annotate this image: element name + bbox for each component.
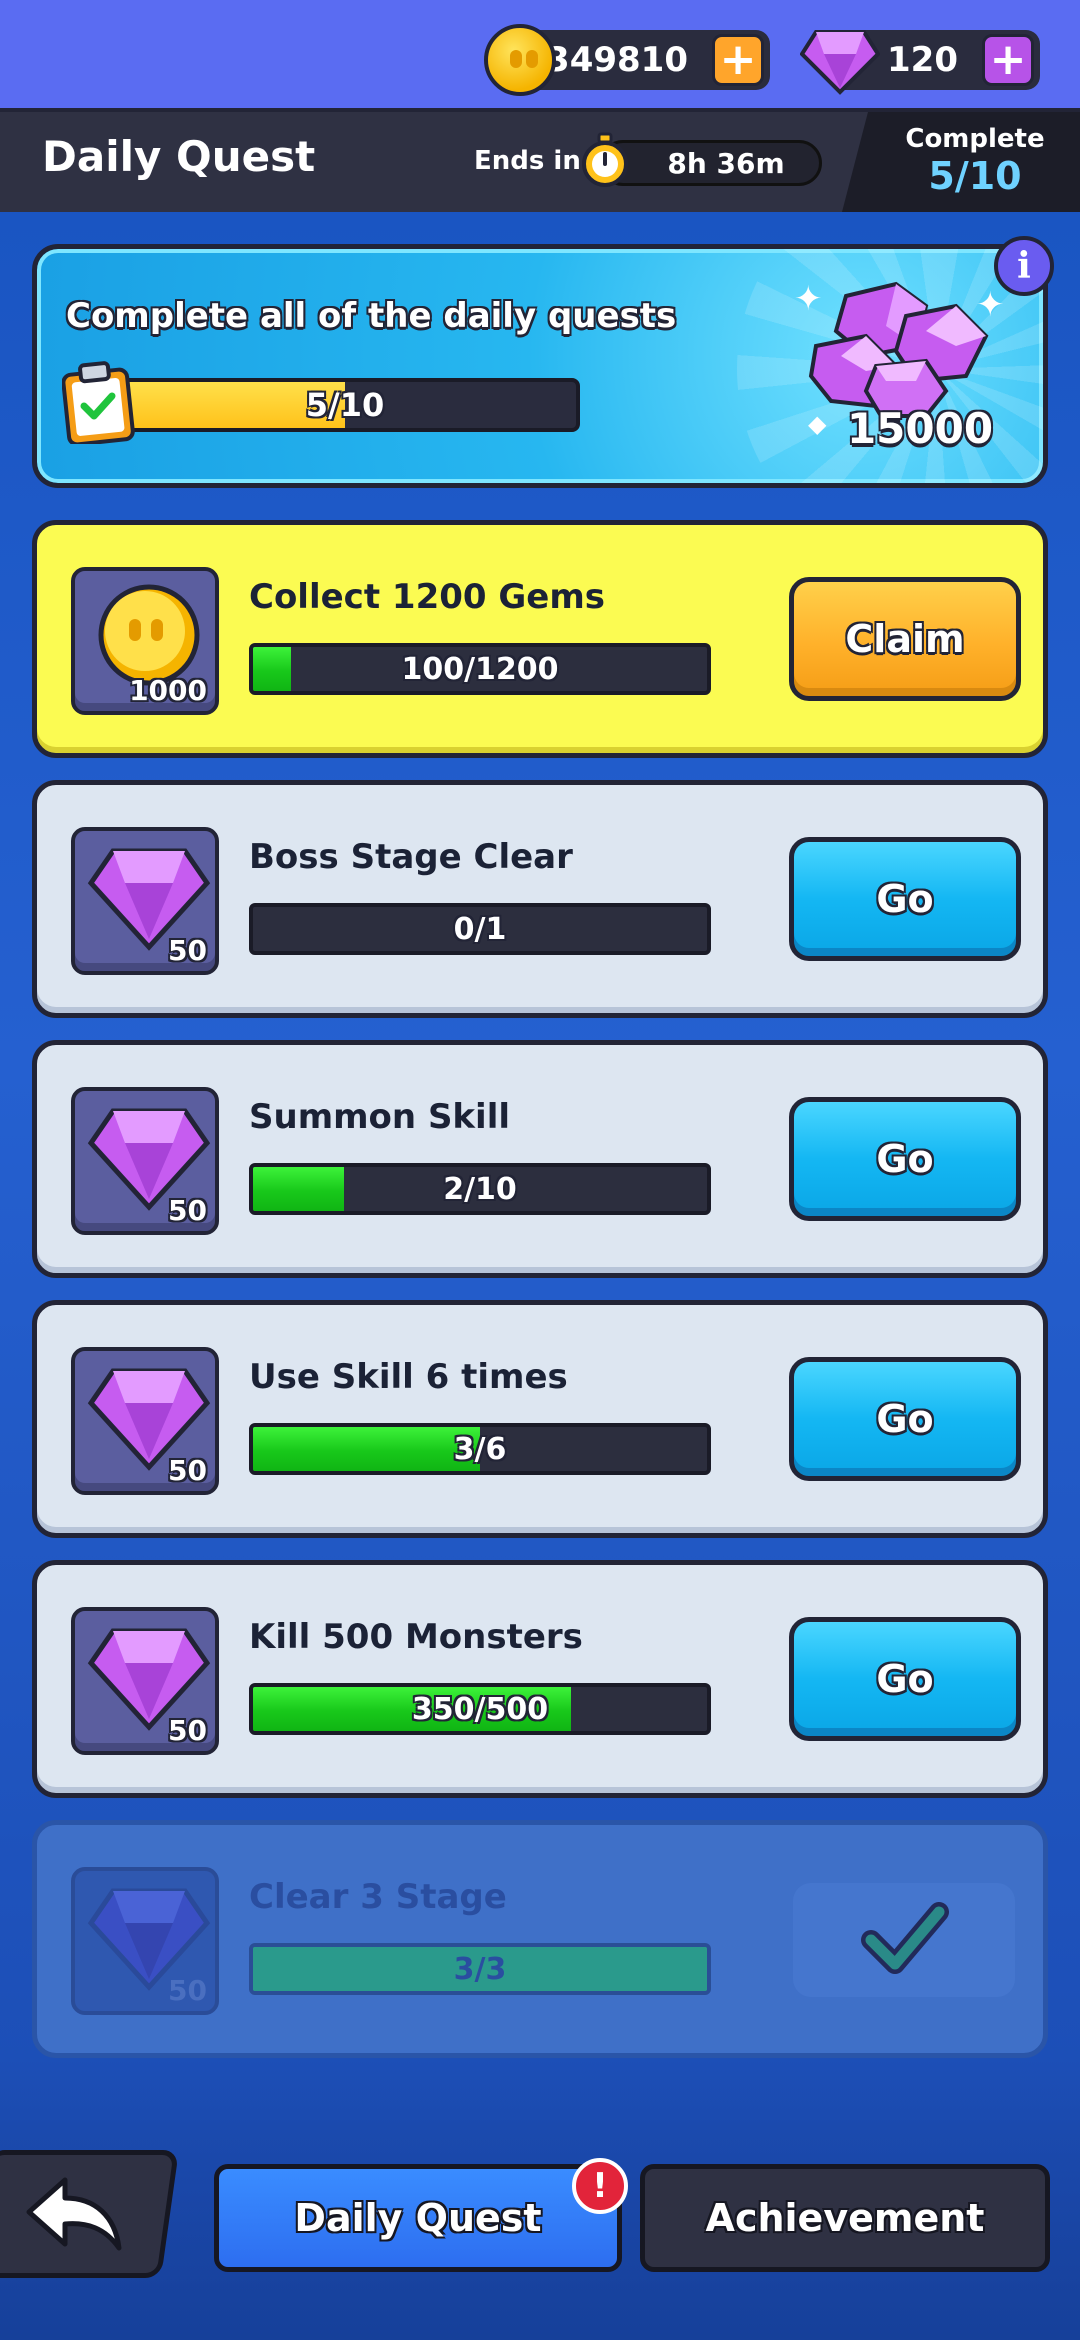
completed-indicator <box>793 1883 1015 1997</box>
claim-button[interactable]: Claim <box>789 577 1021 701</box>
quest-card: 1000 Collect 1200 Gems 100/1200 Claim <box>32 520 1048 758</box>
reward-quantity: 50 <box>168 1194 207 1227</box>
reward-tile: 50 <box>71 1347 219 1495</box>
reward-tile: 50 <box>71 1087 219 1235</box>
quest-progress-text: 350/500 <box>411 1691 549 1727</box>
reward-tile: 50 <box>71 827 219 975</box>
gem-icon <box>800 30 880 95</box>
reward-quantity: 1000 <box>129 674 207 707</box>
quest-title: Clear 3 Stage <box>249 1877 507 1917</box>
ends-in-label: Ends in <box>474 146 581 176</box>
quest-card: 50 Use Skill 6 times 3/6 Go <box>32 1300 1048 1538</box>
reward-quantity: 50 <box>168 1454 207 1487</box>
complete-value: 5/10 <box>928 154 1022 198</box>
back-button[interactable] <box>0 2150 179 2278</box>
quest-title: Kill 500 Monsters <box>249 1617 583 1657</box>
quest-progress-bar: 3/6 <box>249 1423 711 1475</box>
quest-title: Boss Stage Clear <box>249 837 573 877</box>
quest-card: 50 Clear 3 Stage 3/3 <box>32 1820 1048 2058</box>
stopwatch-icon <box>582 132 628 187</box>
quest-card: 50 Kill 500 Monsters 350/500 Go <box>32 1560 1048 1798</box>
coin-icon <box>484 24 556 96</box>
reward-quantity: 50 <box>168 1974 207 2007</box>
timer-value: 8h 36m <box>667 146 785 180</box>
tab-daily-quest[interactable]: Daily Quest <box>214 2164 622 2272</box>
quest-progress-text: 3/6 <box>453 1431 507 1467</box>
quest-progress-bar: 0/1 <box>249 903 711 955</box>
go-button[interactable]: Go <box>789 1097 1021 1221</box>
quest-title: Collect 1200 Gems <box>249 577 606 617</box>
quest-title: Use Skill 6 times <box>249 1357 568 1397</box>
reward-tile: 50 <box>71 1867 219 2015</box>
reward-tile: 1000 <box>71 567 219 715</box>
back-arrow-icon <box>26 2177 122 2251</box>
go-button[interactable]: Go <box>789 837 1021 961</box>
reward-tile: 50 <box>71 1607 219 1755</box>
quest-progress-text: 3/3 <box>453 1951 507 1987</box>
quest-progress-bar: 3/3 <box>249 1943 711 1995</box>
clipboard-check-icon <box>62 361 135 444</box>
quest-progress-text: 0/1 <box>453 911 507 947</box>
page-title: Daily Quest <box>42 132 316 181</box>
quest-progress-text: 100/1200 <box>401 651 559 687</box>
coin-balance: 349810 + <box>520 30 770 90</box>
quest-card: 50 Boss Stage Clear 0/1 Go <box>32 780 1048 1018</box>
add-coins-button[interactable]: + <box>712 34 764 86</box>
banner-progress-bar: 5/10 <box>110 378 580 432</box>
coin-amount: 349810 <box>546 40 688 80</box>
tab-achievement[interactable]: Achievement <box>640 2164 1050 2272</box>
checkmark-icon <box>861 1902 949 1974</box>
timer-pill: 8h 36m <box>600 140 822 186</box>
quest-progress-bar: 100/1200 <box>249 643 711 695</box>
go-button[interactable]: Go <box>789 1617 1021 1741</box>
info-button[interactable]: i <box>994 236 1054 296</box>
quest-card: 50 Summon Skill 2/10 Go <box>32 1040 1048 1278</box>
banner-progress-text: 5/10 <box>305 386 385 424</box>
reward-quantity: 50 <box>168 1714 207 1747</box>
quest-title: Summon Skill <box>249 1097 511 1137</box>
alert-badge: ! <box>572 2158 628 2214</box>
gem-amount: 120 <box>887 40 958 80</box>
quest-progress-bar: 2/10 <box>249 1163 711 1215</box>
banner-text: Complete all of the daily quests <box>66 296 677 336</box>
banner-reward-amount: 15000 <box>846 404 994 453</box>
quest-progress-bar: 350/500 <box>249 1683 711 1735</box>
add-gems-button[interactable]: + <box>982 34 1034 86</box>
go-button[interactable]: Go <box>789 1357 1021 1481</box>
quest-progress-text: 2/10 <box>443 1171 517 1207</box>
complete-label: Complete <box>905 124 1045 154</box>
reward-quantity: 50 <box>168 934 207 967</box>
